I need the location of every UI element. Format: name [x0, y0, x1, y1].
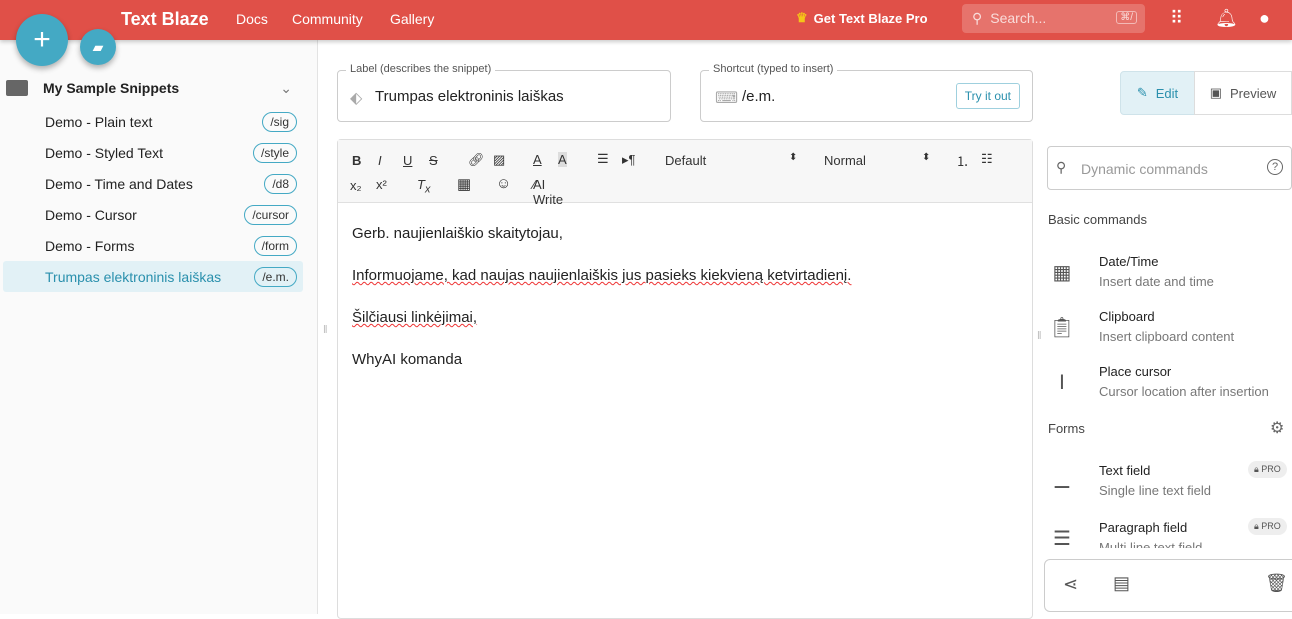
highlight-icon[interactable]: A	[558, 152, 567, 167]
search-input[interactable]: ⚲ Search... ⌘/	[962, 4, 1145, 33]
folder-header[interactable]: My Sample Snippets ⌄	[6, 80, 306, 96]
editor: B I U S 🔗︎ ▨ A A ☰ ▸¶ Default ⬍ Normal ⬍…	[337, 139, 1033, 619]
image-icon[interactable]: ▨	[493, 152, 505, 168]
try-it-out-button[interactable]: Try it out	[955, 83, 1020, 109]
paragraph-icon: ☰	[1053, 528, 1071, 548]
label-field[interactable]: Label (describes the snippet) ⬖ Trumpas …	[337, 63, 671, 122]
link-icon[interactable]: 🔗︎	[468, 152, 485, 168]
size-select-arrow-icon[interactable]: ⬍	[922, 152, 930, 163]
bullet-list-icon[interactable]: ☷	[981, 151, 993, 167]
new-folder-button[interactable]: ▰	[80, 29, 116, 65]
command-place-cursor[interactable]: Ⅰ Place cursor Cursor location after inser…	[1048, 362, 1292, 412]
align-icon[interactable]: ☰	[597, 151, 609, 167]
new-snippet-button[interactable]: +	[16, 14, 68, 66]
sidebar: My Sample Snippets ⌄ Demo - Plain text/si…	[0, 40, 318, 614]
snippet-item[interactable]: Demo - Styled Text/style	[3, 137, 303, 168]
font-select[interactable]: Default	[665, 153, 706, 168]
emoji-icon[interactable]: ☺	[496, 175, 511, 192]
crown-icon: ♛	[796, 10, 808, 25]
bold-icon[interactable]: B	[352, 153, 361, 168]
resize-handle[interactable]: ‖	[1037, 330, 1042, 342]
clipboard-icon: 📋︎	[1049, 317, 1075, 339]
snippet-actions-bar: ⋖ ▤ 🗑︎	[1044, 559, 1292, 612]
editor-content[interactable]: Gerb. naujienlaiškio skaitytojau, Inform…	[338, 203, 1032, 411]
trash-icon[interactable]: 🗑︎	[1265, 573, 1288, 594]
pencil-icon: ✎	[1136, 85, 1148, 100]
calendar-icon: ▦	[1052, 262, 1072, 284]
apps-grid-icon[interactable]: ⠿	[1170, 8, 1183, 29]
text-cursor-icon: Ⅰ	[1059, 372, 1065, 394]
preview-icon: ▣	[1209, 85, 1223, 100]
search-icon: ⚲	[972, 10, 983, 26]
folder-icon	[6, 80, 28, 96]
tag-icon: ⬖	[350, 90, 363, 107]
plus-icon: +	[33, 23, 51, 56]
shortcut-field[interactable]: Shortcut (typed to insert) ⌨ /e.m. Try i…	[700, 63, 1033, 122]
italic-icon[interactable]: I	[378, 153, 382, 168]
snippet-item[interactable]: Demo - Forms/form	[3, 230, 303, 261]
command-paragraph-field[interactable]: ☰ Paragraph field Multi line text field 🔒︎ …	[1048, 518, 1292, 548]
share-icon[interactable]: ⋖	[1063, 574, 1078, 595]
superscript-icon[interactable]: x²	[376, 177, 387, 192]
help-icon[interactable]: ?	[1267, 159, 1283, 175]
font-select-arrow-icon[interactable]: ⬍	[789, 152, 797, 163]
folder-plus-icon: ▰	[92, 38, 104, 55]
ordered-list-icon[interactable]: ⒈	[956, 151, 969, 170]
nav-docs[interactable]: Docs	[236, 11, 268, 27]
snippet-item[interactable]: Demo - Time and Dates/d8	[3, 168, 303, 199]
comment-icon[interactable]: ▤	[1113, 573, 1130, 594]
clear-format-icon[interactable]: Tx	[417, 177, 430, 196]
chevron-down-icon[interactable]: ⌄	[280, 80, 292, 97]
short-text-icon: ⚊	[1053, 471, 1071, 493]
get-pro-button[interactable]: ♛ Get Text Blaze Pro	[796, 10, 928, 26]
basic-commands-title: Basic commands	[1048, 212, 1147, 227]
command-datetime[interactable]: ▦ Date/Time Insert date and time	[1048, 252, 1292, 302]
search-icon: ⚲	[1056, 159, 1067, 175]
subscript-icon[interactable]: x₂	[350, 178, 362, 193]
forms-title: Forms	[1048, 421, 1085, 436]
top-bar: Text Blaze Docs Community Gallery ♛ Get T…	[0, 0, 1292, 40]
commands-search[interactable]: ⚲ Dynamic commands ?	[1047, 146, 1292, 190]
size-select[interactable]: Normal	[824, 153, 866, 168]
preview-button[interactable]: ▣ Preview	[1194, 71, 1292, 115]
brand[interactable]: Text Blaze	[121, 9, 209, 30]
shortcut-hint: ⌘/	[1116, 11, 1137, 24]
gear-icon[interactable]: ⚙	[1270, 418, 1284, 438]
text-color-icon[interactable]: A	[533, 152, 542, 167]
pro-badge: 🔒︎ PRO	[1248, 461, 1287, 478]
strikethrough-icon[interactable]: S	[429, 153, 438, 168]
snippet-item[interactable]: Demo - Cursor/cursor	[3, 199, 303, 230]
keyboard-icon: ⌨	[715, 90, 739, 107]
snippet-item[interactable]: Demo - Plain text/sig	[3, 106, 303, 137]
command-text-field[interactable]: ⚊ Text field Single line text field 🔒︎ PRO	[1048, 461, 1292, 511]
pro-badge: 🔒︎ PRO	[1248, 518, 1287, 535]
account-icon[interactable]: ●	[1259, 8, 1270, 29]
underline-icon[interactable]: U	[403, 153, 412, 168]
snippet-item-selected[interactable]: Trumpas elektroninis laiškas/e.m.	[3, 261, 303, 292]
table-icon[interactable]: ▦	[457, 175, 471, 193]
edit-button[interactable]: ✎ Edit	[1120, 71, 1195, 115]
command-clipboard[interactable]: 📋︎ Clipboard Insert clipboard content	[1048, 307, 1292, 357]
bell-icon[interactable]: 🔔︎	[1215, 8, 1238, 29]
nav-gallery[interactable]: Gallery	[390, 11, 434, 27]
text-direction-icon[interactable]: ▸¶	[622, 152, 636, 168]
editor-toolbar: B I U S 🔗︎ ▨ A A ☰ ▸¶ Default ⬍ Normal ⬍…	[338, 140, 1032, 207]
resize-handle[interactable]: ‖	[323, 324, 328, 336]
nav-community[interactable]: Community	[292, 11, 363, 27]
